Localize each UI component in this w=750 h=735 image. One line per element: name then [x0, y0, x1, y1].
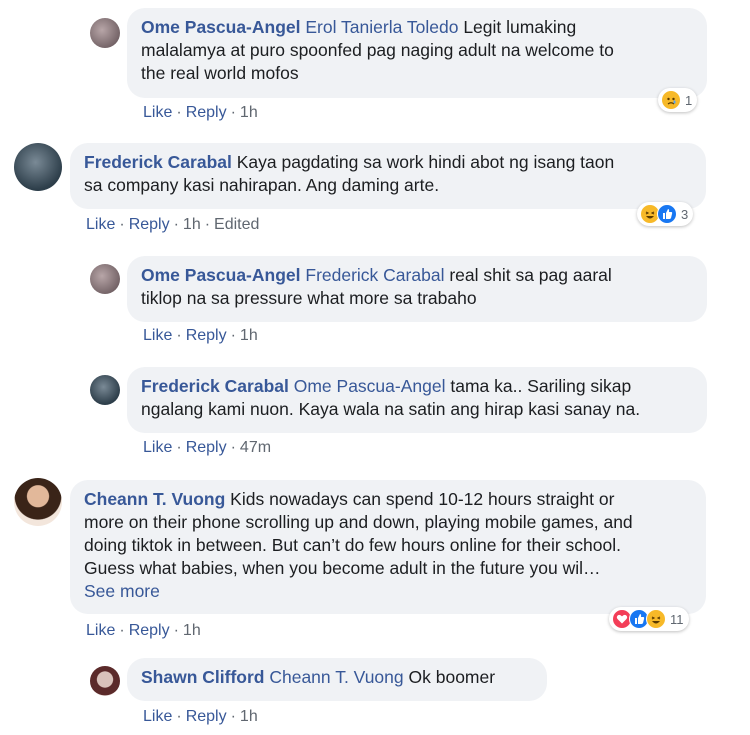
comment-text-line: sa company kasi nahirapan. Ang daming ar… [84, 175, 440, 195]
see-more-link[interactable]: See more [84, 580, 692, 603]
comment-text-line: Ok boomer [408, 667, 496, 687]
timestamp[interactable]: 1h [240, 327, 258, 344]
like-link[interactable]: Like [143, 439, 172, 456]
reply-link[interactable]: Reply [129, 216, 170, 233]
comment-text-line: Guess what babies, when you become adult… [84, 558, 601, 578]
comment-mention[interactable]: Erol Tanierla Toledo [305, 17, 458, 37]
like-link[interactable]: Like [86, 622, 115, 639]
comment-author[interactable]: Ome Pascua-Angel [141, 265, 301, 285]
comment-bubble: Frederick Carabal Ome Pascua-Angel tama … [127, 367, 707, 433]
like-link[interactable]: Like [86, 216, 115, 233]
comment-actions: Like · Reply · 1h [143, 104, 258, 121]
reactions-badge[interactable]: 11 [609, 607, 689, 631]
comment-text-line: tiklop na sa pressure what more sa traba… [141, 288, 477, 308]
timestamp[interactable]: 47m [240, 439, 271, 456]
comment-text-line: the real world mofos [141, 63, 299, 83]
sad-icon [661, 90, 681, 110]
avatar[interactable] [14, 478, 62, 526]
comment-text-line: Kids nowadays can spend 10-12 hours stra… [230, 489, 615, 509]
timestamp[interactable]: 1h [240, 104, 258, 121]
avatar[interactable] [90, 375, 120, 405]
comment-author[interactable]: Cheann T. Vuong [84, 489, 225, 509]
comment-bubble: Cheann T. Vuong Kids nowadays can spend … [70, 480, 706, 614]
comment-bubble: Frederick Carabal Kaya pagdating sa work… [70, 143, 706, 209]
avatar[interactable] [90, 666, 120, 696]
comment-actions: Like · Reply · 1h · Edited [86, 216, 260, 233]
reaction-count: 11 [670, 611, 684, 627]
comment-actions: Like · Reply · 1h [143, 708, 258, 725]
haha-icon [646, 609, 666, 629]
comment-mention[interactable]: Ome Pascua-Angel [294, 376, 446, 396]
comment-text-line: Legit lumaking [463, 17, 577, 37]
avatar[interactable] [14, 143, 62, 191]
comment-mention[interactable]: Frederick Carabal [305, 265, 444, 285]
reply-link[interactable]: Reply [186, 708, 227, 725]
like-link[interactable]: Like [143, 327, 172, 344]
reaction-count: 1 [685, 92, 693, 108]
comment-author[interactable]: Frederick Carabal [84, 152, 232, 172]
comment-bubble: Ome Pascua-Angel Frederick Carabal real … [127, 256, 707, 322]
reactions-badge[interactable]: 3 [637, 202, 694, 226]
comment-actions: Like · Reply · 1h [143, 327, 258, 344]
reactions-badge[interactable]: 1 [658, 88, 698, 112]
comment-text-line: malalamya at puro spoonfed pag naging ad… [141, 40, 614, 60]
like-icon [657, 204, 677, 224]
reaction-count: 3 [681, 206, 689, 222]
avatar[interactable] [90, 264, 120, 294]
reply-link[interactable]: Reply [186, 327, 227, 344]
reply-link[interactable]: Reply [129, 622, 170, 639]
timestamp[interactable]: 1h [183, 216, 201, 233]
comment-bubble: Ome Pascua-Angel Erol Tanierla Toledo Le… [127, 8, 707, 98]
reply-link[interactable]: Reply [186, 439, 227, 456]
timestamp[interactable]: 1h [240, 708, 258, 725]
comment-text-line: ngalang kami nuon. Kaya wala na satin an… [141, 399, 641, 419]
timestamp[interactable]: 1h [183, 622, 201, 639]
comment-text-line: more on their phone scrolling up and dow… [84, 512, 633, 532]
comment-text-line: Kaya pagdating sa work hindi abot ng isa… [236, 152, 615, 172]
comment-actions: Like · Reply · 47m [143, 439, 272, 456]
reply-link[interactable]: Reply [186, 104, 227, 121]
edited-label[interactable]: Edited [214, 216, 259, 233]
comment-author[interactable]: Ome Pascua-Angel [141, 17, 301, 37]
comment-author[interactable]: Shawn Clifford [141, 667, 264, 687]
comment-mention[interactable]: Cheann T. Vuong [269, 667, 403, 687]
like-link[interactable]: Like [143, 104, 172, 121]
comment-author[interactable]: Frederick Carabal [141, 376, 289, 396]
comment-text-line: real shit sa pag aaral [449, 265, 612, 285]
comment-text-line: doing tiktok in between. But can’t do fe… [84, 535, 621, 555]
avatar[interactable] [90, 18, 120, 48]
comment-actions: Like · Reply · 1h [86, 622, 201, 639]
like-link[interactable]: Like [143, 708, 172, 725]
comment-bubble: Shawn Clifford Cheann T. Vuong Ok boomer [127, 658, 547, 701]
comment-text-line: tama ka.. Sariling sikap [450, 376, 632, 396]
